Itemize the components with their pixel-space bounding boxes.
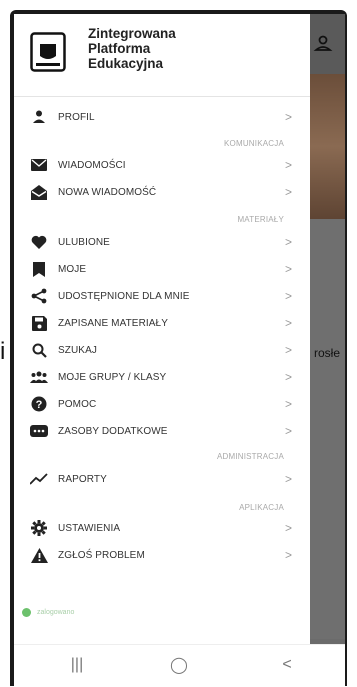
- menu-item-moje[interactable]: MOJE >: [14, 258, 310, 280]
- section-aplikacja: APLIKACJA: [239, 503, 284, 512]
- menu-label: ULUBIONE: [58, 236, 110, 248]
- menu-label: ZAPISANE MATERIAŁY: [58, 317, 168, 329]
- chevron-right-icon: >: [284, 235, 292, 249]
- menu-label: PROFIL: [58, 111, 95, 123]
- envelope-open-icon: [30, 183, 48, 201]
- section-komunikacja: KOMUNIKACJA: [224, 139, 284, 148]
- android-nav-bar: ||| ◯ <: [14, 644, 345, 687]
- book-shield-logo-icon: [30, 32, 66, 72]
- navigation-drawer: Zintegrowana Platforma Edukacyjna PROFIL…: [14, 14, 310, 644]
- chevron-right-icon: >: [284, 521, 292, 535]
- background-peek-text: rosłe: [314, 346, 341, 360]
- menu-item-szukaj[interactable]: SZUKAJ >: [14, 339, 310, 361]
- person-icon: [30, 108, 48, 126]
- drawer-header: Zintegrowana Platforma Edukacyjna: [14, 14, 310, 97]
- share-icon: [30, 287, 48, 305]
- chevron-right-icon: >: [284, 185, 292, 199]
- envelope-icon: [30, 156, 48, 174]
- chevron-right-icon: >: [284, 472, 292, 486]
- home-button[interactable]: ◯: [164, 655, 194, 675]
- menu-label: SZUKAJ: [58, 344, 97, 356]
- recent-apps-button[interactable]: |||: [62, 655, 92, 675]
- section-administracja: ADMINISTRACJA: [216, 452, 284, 461]
- menu-item-wiadomosci[interactable]: WIADOMOŚCI >: [14, 154, 310, 176]
- chevron-right-icon: >: [284, 548, 292, 562]
- menu-item-pomoc[interactable]: ? POMOC >: [14, 393, 310, 415]
- user-icon[interactable]: [313, 34, 333, 54]
- menu-item-zasoby[interactable]: ZASOBY DODATKOWE >: [14, 420, 310, 442]
- chevron-right-icon: >: [284, 424, 292, 438]
- section-materialy: MATERIAŁY: [237, 215, 284, 224]
- back-button[interactable]: <: [272, 655, 302, 675]
- svg-text:?: ?: [36, 399, 43, 411]
- menu-label: WIADOMOŚCI: [58, 159, 126, 171]
- menu-item-udostepnione[interactable]: UDOSTĘPNIONE DLA MNIE >: [14, 285, 310, 307]
- heart-icon: [30, 233, 48, 251]
- warning-triangle-icon: [30, 546, 48, 564]
- save-disk-icon: [30, 314, 48, 332]
- group-icon: [30, 368, 48, 386]
- chevron-right-icon: >: [284, 158, 292, 172]
- more-chat-icon: [30, 422, 48, 440]
- bookmark-icon: [30, 260, 48, 278]
- chevron-right-icon: >: [284, 343, 292, 357]
- chevron-right-icon: >: [284, 316, 292, 330]
- menu-item-nowa-wiadomosc[interactable]: NOWA WIADOMOŚĆ >: [14, 181, 310, 203]
- menu-label: ZASOBY DODATKOWE: [58, 425, 168, 437]
- menu-label: MOJE GRUPY / KLASY: [58, 371, 167, 383]
- trend-line-icon: [30, 470, 48, 488]
- menu-item-grupy[interactable]: MOJE GRUPY / KLASY >: [14, 366, 310, 388]
- app-title: Zintegrowana Platforma Edukacyjna: [88, 26, 176, 71]
- help-circle-icon: ?: [30, 395, 48, 413]
- chevron-right-icon: >: [284, 289, 292, 303]
- side-letter: i: [0, 338, 6, 365]
- menu-item-ulubione[interactable]: ULUBIONE >: [14, 231, 310, 253]
- menu-label: MOJE: [58, 263, 87, 275]
- menu-label: UDOSTĘPNIONE DLA MNIE: [58, 290, 190, 302]
- gear-icon: [30, 519, 48, 537]
- menu-item-zapisane[interactable]: ZAPISANE MATERIAŁY >: [14, 312, 310, 334]
- chevron-right-icon: >: [284, 370, 292, 384]
- search-icon: [30, 341, 48, 359]
- menu-item-zglos-problem[interactable]: ZGŁOŚ PROBLEM >: [14, 544, 310, 566]
- menu-label: NOWA WIADOMOŚĆ: [58, 186, 157, 198]
- menu-label: ZGŁOŚ PROBLEM: [58, 549, 145, 561]
- chevron-right-icon: >: [284, 110, 292, 124]
- chevron-right-icon: >: [284, 397, 292, 411]
- menu-label: USTAWIENIA: [58, 522, 121, 534]
- login-status: zalogowano: [22, 608, 74, 617]
- menu-item-ustawienia[interactable]: USTAWIENIA >: [14, 517, 310, 539]
- status-check-icon: [22, 608, 31, 617]
- menu-label: RAPORTY: [58, 473, 107, 485]
- status-text: zalogowano: [37, 609, 75, 616]
- chevron-right-icon: >: [284, 262, 292, 276]
- menu-item-raporty[interactable]: RAPORTY >: [14, 468, 310, 490]
- menu-item-profil[interactable]: PROFIL >: [14, 106, 310, 128]
- menu-label: POMOC: [58, 398, 97, 410]
